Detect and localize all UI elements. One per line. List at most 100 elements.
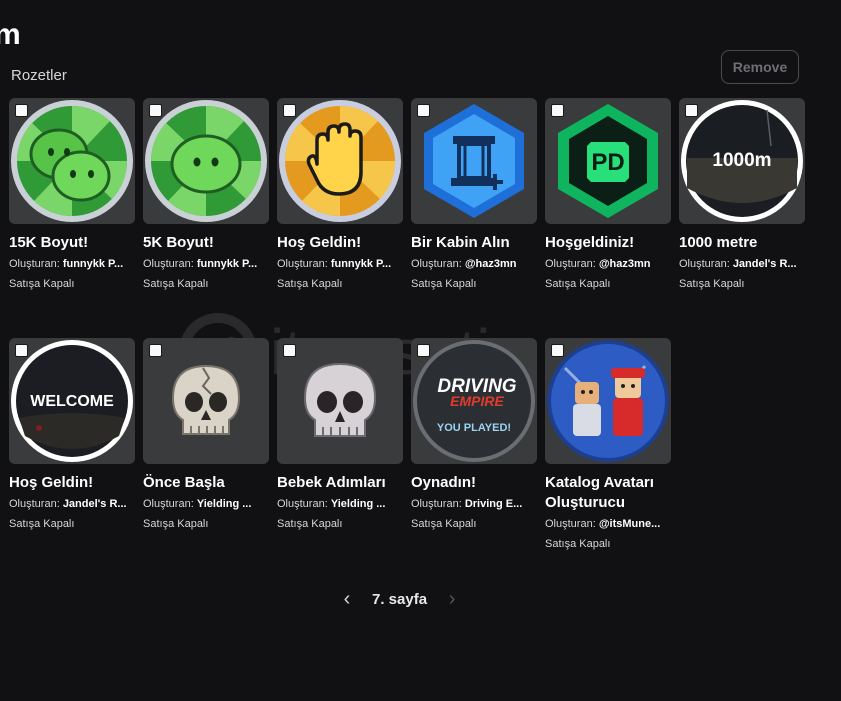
badge-thumbnail[interactable]: 1000m xyxy=(679,98,805,224)
sale-status: Satışa Kapalı xyxy=(545,278,611,290)
creator-prefix: Oluşturan: xyxy=(411,498,462,510)
badge-name[interactable]: 15K Boyut! xyxy=(9,233,135,253)
creator-prefix: Oluşturan: xyxy=(143,258,194,270)
badge-name[interactable]: 5K Boyut! xyxy=(143,233,269,253)
creator-name[interactable]: Yielding ... xyxy=(331,498,386,510)
page-indicator: 7. sayfa xyxy=(372,591,428,608)
cracked-skull-icon xyxy=(171,364,241,435)
badge-thumbnail[interactable]: WELCOME xyxy=(9,338,135,464)
svg-text:PD: PD xyxy=(591,149,624,176)
driving-empire-icon: DRIVING EMPIRE YOU PLAYED! xyxy=(413,340,535,462)
badge-card[interactable]: Katalog Avatarı Oluşturucu Oluşturan: @i… xyxy=(545,338,671,552)
creator-prefix: Oluşturan: xyxy=(9,498,60,510)
badge-creator[interactable]: Oluşturan: Jandel's R... xyxy=(9,496,133,512)
remove-button[interactable]: Remove xyxy=(721,50,799,84)
badge-name[interactable]: Katalog Avatarı Oluşturucu xyxy=(545,473,671,513)
badge-thumbnail[interactable] xyxy=(545,338,671,464)
badge-name[interactable]: Hoş Geldin! xyxy=(277,233,403,253)
badge-card[interactable]: 1000m 1000 metre Oluşturan: Jandel's R..… xyxy=(679,98,805,292)
select-checkbox[interactable] xyxy=(149,344,162,357)
skull-icon xyxy=(303,362,377,437)
cabin-icon xyxy=(424,104,524,218)
creator-name[interactable]: @haz3mn xyxy=(599,258,651,270)
svg-text:YOU PLAYED!: YOU PLAYED! xyxy=(437,422,511,434)
badge-card[interactable]: DRIVING EMPIRE YOU PLAYED! Oynadın! Oluş… xyxy=(411,338,537,532)
select-checkbox[interactable] xyxy=(283,344,296,357)
creator-prefix: Oluşturan: xyxy=(277,258,328,270)
creator-name[interactable]: Yielding ... xyxy=(197,498,252,510)
select-checkbox[interactable] xyxy=(149,104,162,117)
badge-name[interactable]: 1000 metre xyxy=(679,233,805,253)
badge-creator[interactable]: Oluşturan: Jandel's R... xyxy=(679,256,803,272)
badge-creator[interactable]: Oluşturan: Yielding ... xyxy=(277,496,401,512)
pagination: ‹ 7. sayfa › xyxy=(340,588,459,611)
creator-name[interactable]: @haz3mn xyxy=(465,258,517,270)
select-checkbox[interactable] xyxy=(551,104,564,117)
select-checkbox[interactable] xyxy=(15,344,28,357)
badge-creator[interactable]: Oluşturan: @haz3mn xyxy=(545,256,669,272)
badge-thumbnail[interactable] xyxy=(143,98,269,224)
sale-status: Satışa Kapalı xyxy=(545,538,611,550)
badge-creator[interactable]: Oluşturan: @haz3mn xyxy=(411,256,535,272)
badge-card[interactable]: Hoş Geldin! Oluşturan: funnykk P... Satı… xyxy=(277,98,403,292)
badge-thumbnail[interactable] xyxy=(411,98,537,224)
creator-name[interactable]: funnykk P... xyxy=(197,258,257,270)
creator-prefix: Oluşturan: xyxy=(277,498,328,510)
badge-thumbnail[interactable] xyxy=(277,98,403,224)
badge-thumbnail[interactable] xyxy=(9,98,135,224)
badge-name[interactable]: Önce Başla xyxy=(143,473,269,493)
badge-card[interactable]: 15K Boyut! Oluşturan: funnykk P... Satış… xyxy=(9,98,135,292)
sale-status: Satışa Kapalı xyxy=(679,278,745,290)
sale-status: Satışa Kapalı xyxy=(411,518,477,530)
select-checkbox[interactable] xyxy=(685,104,698,117)
creator-prefix: Oluşturan: xyxy=(545,518,596,530)
badge-card[interactable]: Bebek Adımları Oluşturan: Yielding ... S… xyxy=(277,338,403,532)
badge-card[interactable]: 5K Boyut! Oluşturan: funnykk P... Satışa… xyxy=(143,98,269,292)
welcome-icon: WELCOME xyxy=(11,340,133,462)
creator-name[interactable]: Jandel's R... xyxy=(63,498,127,510)
badge-thumbnail[interactable] xyxy=(143,338,269,464)
badge-creator[interactable]: Oluşturan: @itsMune... xyxy=(545,516,669,532)
sale-status: Satışa Kapalı xyxy=(9,518,75,530)
badge-card[interactable]: WELCOME Hoş Geldin! Oluşturan: Jandel's … xyxy=(9,338,135,532)
creator-name[interactable]: funnykk P... xyxy=(331,258,391,270)
creator-name[interactable]: @itsMune... xyxy=(599,518,660,530)
badge-card[interactable]: PD Hoşgeldiniz! Oluşturan: @haz3mn Satış… xyxy=(545,98,671,292)
badge-creator[interactable]: Oluşturan: funnykk P... xyxy=(277,256,401,272)
slime-double-icon xyxy=(11,100,133,222)
badge-name[interactable]: Hoş Geldin! xyxy=(9,473,135,493)
badge-creator[interactable]: Oluşturan: funnykk P... xyxy=(143,256,267,272)
badge-creator[interactable]: Oluşturan: Yielding ... xyxy=(143,496,267,512)
badge-card[interactable]: Önce Başla Oluşturan: Yielding ... Satış… xyxy=(143,338,269,532)
sale-status: Satışa Kapalı xyxy=(411,278,477,290)
badge-thumbnail[interactable] xyxy=(277,338,403,464)
badge-name[interactable]: Oynadın! xyxy=(411,473,537,493)
svg-text:1000m: 1000m xyxy=(712,150,771,171)
chevron-right-icon[interactable]: › xyxy=(445,588,459,611)
creator-name[interactable]: Driving E... xyxy=(465,498,522,510)
badge-thumbnail[interactable]: DRIVING EMPIRE YOU PLAYED! xyxy=(411,338,537,464)
chevron-left-icon[interactable]: ‹ xyxy=(340,588,354,611)
badge-name[interactable]: Bir Kabin Alın xyxy=(411,233,537,253)
svg-text:EMPIRE: EMPIRE xyxy=(450,393,504,409)
select-checkbox[interactable] xyxy=(417,344,430,357)
creator-name[interactable]: funnykk P... xyxy=(63,258,123,270)
creator-prefix: Oluşturan: xyxy=(143,498,194,510)
svg-text:WELCOME: WELCOME xyxy=(30,393,114,410)
select-checkbox[interactable] xyxy=(417,104,430,117)
sale-status: Satışa Kapalı xyxy=(277,518,343,530)
badge-creator[interactable]: Oluşturan: funnykk P... xyxy=(9,256,133,272)
badge-card[interactable]: Bir Kabin Alın Oluşturan: @haz3mn Satışa… xyxy=(411,98,537,292)
avatar-group-icon xyxy=(547,340,669,462)
slime-single-icon xyxy=(145,100,267,222)
badge-creator[interactable]: Oluşturan: Driving E... xyxy=(411,496,535,512)
select-checkbox[interactable] xyxy=(283,104,296,117)
select-checkbox[interactable] xyxy=(15,104,28,117)
creator-name[interactable]: Jandel's R... xyxy=(733,258,797,270)
sale-status: Satışa Kapalı xyxy=(9,278,75,290)
select-checkbox[interactable] xyxy=(551,344,564,357)
badge-name[interactable]: Bebek Adımları xyxy=(277,473,403,493)
badge-name[interactable]: Hoşgeldiniz! xyxy=(545,233,671,253)
badge-thumbnail[interactable]: PD xyxy=(545,98,671,224)
page-heading: m xyxy=(0,18,21,51)
